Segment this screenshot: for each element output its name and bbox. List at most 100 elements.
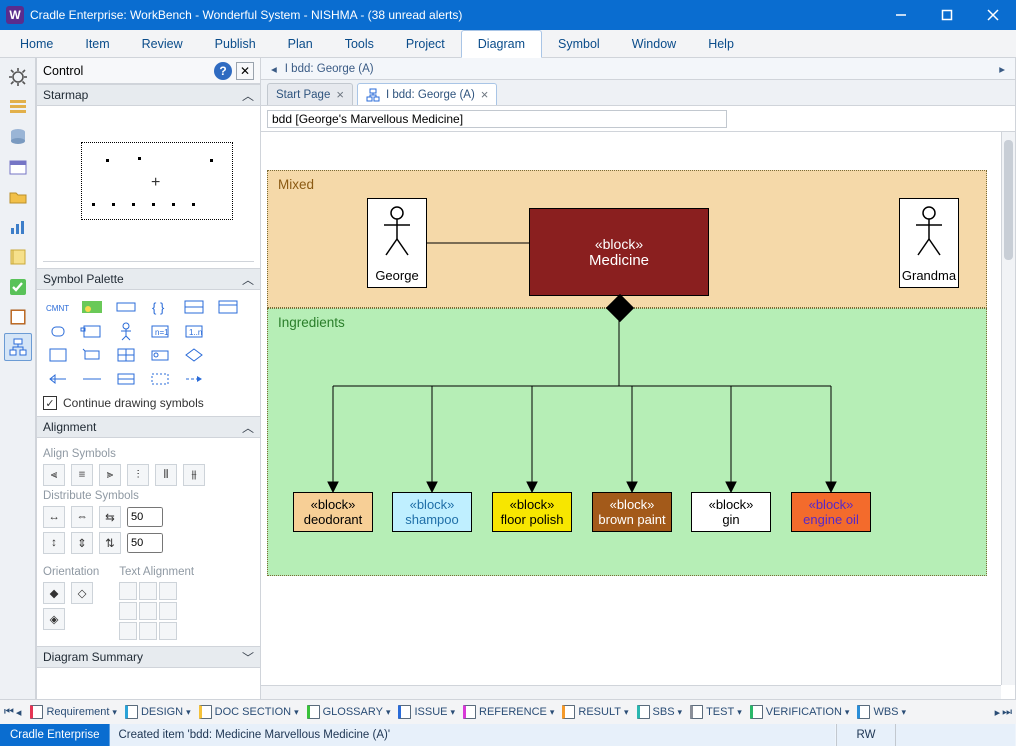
tool-check-icon[interactable] xyxy=(4,273,32,301)
diagram-canvas[interactable]: Mixed Ingredients George Grandma «block»… xyxy=(261,132,1015,699)
tool-diagram-icon[interactable] xyxy=(4,333,32,361)
menu-diagram[interactable]: Diagram xyxy=(461,30,542,58)
palette-symbol-14[interactable] xyxy=(111,344,141,366)
dist-v3-button[interactable]: ⇅ xyxy=(99,532,121,554)
panel-close-icon[interactable]: ✕ xyxy=(236,62,254,80)
qb-first-icon[interactable]: ⏮ xyxy=(4,706,14,719)
menu-symbol[interactable]: Symbol xyxy=(542,30,616,57)
align-top-button[interactable]: ⫶ xyxy=(127,464,149,486)
tool-calendar-icon[interactable] xyxy=(4,153,32,181)
qb-last-icon[interactable]: ⏭ xyxy=(1002,706,1012,719)
orient-1[interactable]: ◆ xyxy=(43,582,65,604)
quickbar-wbs[interactable]: WBS▾ xyxy=(854,705,909,719)
tool-folder-icon[interactable] xyxy=(4,183,32,211)
region-ingredients[interactable]: Ingredients xyxy=(267,308,987,576)
palette-symbol-7[interactable] xyxy=(77,320,107,342)
block-shampoo[interactable]: «block»shampoo xyxy=(392,492,472,532)
palette-symbol-13[interactable] xyxy=(77,344,107,366)
tab-close-icon[interactable]: × xyxy=(336,87,344,102)
palette-symbol-16[interactable] xyxy=(179,344,209,366)
palette-symbol-22[interactable] xyxy=(179,368,209,390)
actor-george[interactable]: George xyxy=(367,198,427,288)
quickbar-sbs[interactable]: SBS▾ xyxy=(634,705,686,719)
ta-6[interactable] xyxy=(159,602,177,620)
dist-v-value[interactable] xyxy=(127,533,163,553)
help-icon[interactable]: ? xyxy=(214,62,232,80)
tool-settings-icon[interactable] xyxy=(4,63,32,91)
dist-v-button[interactable]: ↕ xyxy=(43,532,65,554)
tool-book-icon[interactable] xyxy=(4,303,32,331)
starmap-overview[interactable]: + xyxy=(43,112,254,262)
qb-prev-icon[interactable]: ◂ xyxy=(16,706,22,719)
menu-plan[interactable]: Plan xyxy=(272,30,329,57)
palette-symbol-11[interactable] xyxy=(213,320,243,342)
ta-1[interactable] xyxy=(119,582,137,600)
quickbar-verification[interactable]: VERIFICATION▾ xyxy=(747,705,853,719)
palette-symbol-1[interactable] xyxy=(77,296,107,318)
block-floor-polish[interactable]: «block»floor polish xyxy=(492,492,572,532)
quickbar-reference[interactable]: REFERENCE▾ xyxy=(460,705,557,719)
tool-db-icon[interactable] xyxy=(4,123,32,151)
vertical-scrollbar[interactable] xyxy=(1001,132,1015,685)
starmap-header[interactable]: Starmap︿ xyxy=(37,84,260,106)
tab-diagram[interactable]: I bdd: George (A) × xyxy=(357,83,497,105)
menu-window[interactable]: Window xyxy=(616,30,692,57)
block-gin[interactable]: «block»gin xyxy=(691,492,771,532)
diagram-name-field[interactable]: bdd [George's Marvellous Medicine] xyxy=(267,110,727,128)
ta-9[interactable] xyxy=(159,622,177,640)
tool-list-icon[interactable] xyxy=(4,93,32,121)
palette-header[interactable]: Symbol Palette︿ xyxy=(37,268,260,290)
dist-h3-button[interactable]: ⇆ xyxy=(99,506,121,528)
menu-home[interactable]: Home xyxy=(4,30,69,57)
dist-h-value[interactable] xyxy=(127,507,163,527)
menu-review[interactable]: Review xyxy=(126,30,199,57)
palette-symbol-2[interactable] xyxy=(111,296,141,318)
tab-start-page[interactable]: Start Page × xyxy=(267,83,353,105)
palette-symbol-12[interactable] xyxy=(43,344,73,366)
menu-tools[interactable]: Tools xyxy=(329,30,390,57)
quickbar-result[interactable]: RESULT▾ xyxy=(559,705,631,719)
ta-5[interactable] xyxy=(139,602,157,620)
summary-header[interactable]: Diagram Summary﹀ xyxy=(37,646,260,668)
align-center-button[interactable]: ≡ xyxy=(71,464,93,486)
menu-publish[interactable]: Publish xyxy=(199,30,272,57)
palette-symbol-23[interactable] xyxy=(213,368,243,390)
palette-symbol-0[interactable]: CMNT xyxy=(43,296,73,318)
block-brown-paint[interactable]: «block»brown paint xyxy=(592,492,672,532)
orient-3[interactable]: ◈ xyxy=(43,608,65,630)
tab-close-icon[interactable]: × xyxy=(481,87,489,102)
ta-2[interactable] xyxy=(139,582,157,600)
palette-symbol-20[interactable] xyxy=(111,368,141,390)
breadcrumb-fwd-icon[interactable]: ▸ xyxy=(999,62,1005,76)
align-left-button[interactable]: ⫷ xyxy=(43,464,65,486)
menu-item[interactable]: Item xyxy=(69,30,125,57)
palette-symbol-6[interactable] xyxy=(43,320,73,342)
ta-3[interactable] xyxy=(159,582,177,600)
tool-chart-icon[interactable] xyxy=(4,213,32,241)
palette-symbol-3[interactable]: { } xyxy=(145,296,175,318)
palette-symbol-17[interactable] xyxy=(213,344,243,366)
quickbar-design[interactable]: DESIGN▾ xyxy=(122,705,194,719)
ta-8[interactable] xyxy=(139,622,157,640)
alignment-header[interactable]: Alignment︿ xyxy=(37,416,260,438)
quickbar-test[interactable]: TEST▾ xyxy=(687,705,745,719)
quickbar-glossary[interactable]: GLOSSARY▾ xyxy=(304,705,394,719)
tool-notes-icon[interactable] xyxy=(4,243,32,271)
palette-symbol-10[interactable]: 1..n xyxy=(179,320,209,342)
menu-project[interactable]: Project xyxy=(390,30,461,57)
block-medicine[interactable]: «block» Medicine xyxy=(529,208,709,296)
breadcrumb-back-icon[interactable]: ◂ xyxy=(271,62,277,76)
actor-grandma[interactable]: Grandma xyxy=(899,198,959,288)
dist-v2-button[interactable]: ⇕ xyxy=(71,532,93,554)
block-engine-oil[interactable]: «block»engine oil xyxy=(791,492,871,532)
close-button[interactable] xyxy=(970,0,1016,30)
align-right-button[interactable]: ⫸ xyxy=(99,464,121,486)
palette-symbol-19[interactable] xyxy=(77,368,107,390)
ta-4[interactable] xyxy=(119,602,137,620)
horizontal-scrollbar[interactable] xyxy=(261,685,1001,699)
align-bottom-button[interactable]: ⫵ xyxy=(183,464,205,486)
quickbar-issue[interactable]: ISSUE▾ xyxy=(395,705,458,719)
orient-2[interactable]: ◇ xyxy=(71,582,93,604)
quickbar-doc-section[interactable]: DOC SECTION▾ xyxy=(196,705,302,719)
palette-symbol-18[interactable] xyxy=(43,368,73,390)
